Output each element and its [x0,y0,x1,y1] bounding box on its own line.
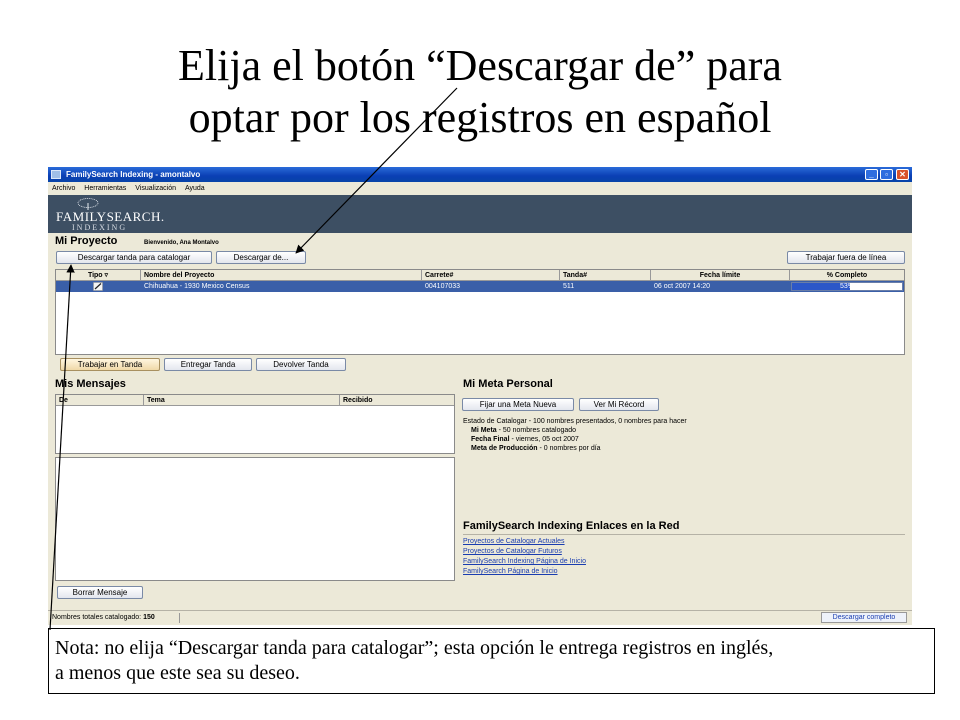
maximize-icon[interactable]: ▫ [880,169,893,180]
messages-table-header: De Tema Recibido [56,395,454,406]
column-header-type[interactable]: Tipo ▿ [56,270,141,281]
delete-message-button[interactable]: Borrar Mensaje [57,586,143,599]
final-date-label: Fecha Final [471,436,510,443]
column-header-batch[interactable]: Tanda# [560,270,651,281]
menu-archivo[interactable]: Archivo [48,182,78,195]
slide-title: Elija el botón “Descargar de” para optar… [0,40,960,144]
cell-project-name: Chihuahua - 1930 Mexico Census [144,283,250,290]
production-goal-value: - 0 nombres por día [537,445,601,452]
message-preview-panel [55,457,455,581]
app-icon [51,170,61,179]
download-status: Descargar completo [821,612,907,623]
minimize-icon[interactable]: _ [865,169,878,180]
note-box: Nota: no elija “Descargar tanda para cat… [48,628,935,694]
app-window: FamilySearch Indexing - amontalvo _ ▫ ✕ … [48,167,912,625]
goal-value: - 50 nombres catalogado [496,427,577,434]
cell-reel: 004107033 [425,283,461,290]
submit-batch-button[interactable]: Entregar Tanda [164,358,252,371]
project-section-title: Mi Proyecto [55,235,118,247]
work-batch-button[interactable]: Trabajar en Tanda [60,358,160,371]
link-familysearch-home[interactable]: FamilySearch Página de Inicio [463,568,558,576]
window-title: FamilySearch Indexing - amontalvo [66,170,201,179]
goal-section-title: Mi Meta Personal [463,378,553,390]
column-header-due-date[interactable]: Fecha límite [651,270,790,281]
note-line-1: Nota: no elija “Descargar tanda para cat… [55,637,774,659]
window-titlebar: FamilySearch Indexing - amontalvo _ ▫ ✕ [48,167,912,182]
link-indexing-home[interactable]: FamilySearch Indexing Página de Inicio [463,558,586,566]
messages-table: De Tema Recibido [55,394,455,454]
column-header-complete[interactable]: % Completo [790,270,904,281]
indexing-status-text: Estado de Catalogar - 100 nombres presen… [463,418,687,425]
download-from-button[interactable]: Descargar de... [216,251,306,264]
project-table: Tipo ▿ Nombre del Proyecto Carrete# Tand… [55,269,905,355]
completion-percent: 53% [839,283,854,290]
column-header-project-name[interactable]: Nombre del Proyecto [141,270,422,281]
slide-title-line-2: optar por los registros en español [188,93,772,142]
work-offline-button[interactable]: Trabajar fuera de línea [787,251,905,264]
status-separator [179,613,180,623]
download-batch-button[interactable]: Descargar tanda para catalogar [56,251,212,264]
indexing-logo-subtitle: INDEXING [72,223,128,232]
link-current-projects[interactable]: Proyectos de Catalogar Actuales [463,538,565,546]
menu-bar: Archivo Herramientas Visualización Ayuda [48,182,912,195]
completion-progress-bar: 53% [791,282,903,291]
column-header-received[interactable]: Recibido [340,395,454,406]
production-goal-label: Meta de Producción [471,445,538,452]
production-goal-line: Meta de Producción - 0 nombres por día [471,445,601,453]
total-indexed-value: 150 [143,614,155,621]
app-banner: FAMILYSEARCH. INDEXING [48,195,912,233]
goal-line: Mi Meta - 50 nombres catalogado [471,427,576,435]
column-header-reel[interactable]: Carrete# [422,270,560,281]
menu-herramientas[interactable]: Herramientas [80,182,129,195]
link-future-projects[interactable]: Proyectos de Catalogar Futuros [463,548,562,556]
links-section-title: FamilySearch Indexing Enlaces en la Red [463,520,680,532]
edit-pencil-icon [93,282,103,291]
return-batch-button[interactable]: Devolver Tanda [256,358,346,371]
welcome-text: Bienvenido, Ana Montalvo [144,240,219,246]
column-header-from[interactable]: De [56,395,144,406]
close-icon[interactable]: ✕ [896,169,909,180]
project-table-header: Tipo ▿ Nombre del Proyecto Carrete# Tand… [56,270,904,281]
view-record-button[interactable]: Ver Mi Récord [579,398,659,411]
final-date-value: - viernes, 05 oct 2007 [509,436,579,443]
column-header-subject[interactable]: Tema [144,395,340,406]
total-indexed: Nombres totales catalogado: 150 [52,611,155,624]
cell-due-date: 06 oct 2007 14:20 [654,283,711,290]
table-row[interactable]: Chihuahua - 1930 Mexico Census 004107033… [56,281,904,292]
menu-ayuda[interactable]: Ayuda [181,182,208,195]
status-bar: Nombres totales catalogado: 150 Descarga… [48,610,912,625]
cell-batch: 511 [563,283,575,290]
final-date-line: Fecha Final - viernes, 05 oct 2007 [471,436,579,444]
menu-visualizacion[interactable]: Visualización [131,182,179,195]
links-divider [463,534,905,535]
set-goal-button[interactable]: Fijar una Meta Nueva [462,398,574,411]
slide-title-line-1: Elija el botón “Descargar de” para [178,41,782,90]
goal-label: Mi Meta [471,427,497,434]
messages-section-title: Mis Mensajes [55,378,126,390]
note-line-2: a menos que este sea su deseo. [55,662,300,684]
total-indexed-label: Nombres totales catalogado: [52,614,142,621]
